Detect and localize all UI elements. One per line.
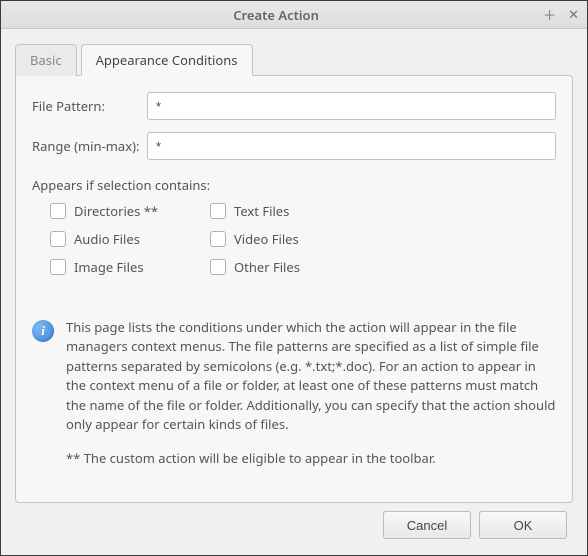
check-video-files[interactable]: Video Files bbox=[210, 230, 370, 248]
info-note: ** The custom action will be eligible to… bbox=[66, 449, 556, 469]
file-pattern-input[interactable] bbox=[147, 92, 556, 120]
tab-panel: File Pattern: Range (min-max): Appears i… bbox=[15, 75, 573, 503]
tab-label: Appearance Conditions bbox=[96, 51, 238, 69]
checkbox-label: Image Files bbox=[74, 258, 144, 276]
checkbox-icon bbox=[210, 259, 226, 275]
file-pattern-label: File Pattern: bbox=[32, 97, 147, 115]
file-pattern-row: File Pattern: bbox=[32, 92, 556, 120]
checkbox-label: Directories ** bbox=[74, 202, 158, 220]
tab-label: Basic bbox=[30, 51, 62, 69]
close-icon[interactable]: ✕ bbox=[568, 5, 579, 24]
tab-bar: Basic Appearance Conditions bbox=[15, 43, 573, 75]
dialog-buttons: Cancel OK bbox=[15, 503, 573, 545]
tab-appearance-conditions[interactable]: Appearance Conditions bbox=[81, 44, 253, 76]
checkbox-label: Text Files bbox=[234, 202, 289, 220]
dialog-window: Create Action ＋ ✕ Basic Appearance Condi… bbox=[0, 0, 588, 556]
checkbox-icon bbox=[210, 203, 226, 219]
checkbox-grid: Directories ** Text Files Audio Files Vi… bbox=[50, 202, 556, 276]
titlebar: Create Action ＋ ✕ bbox=[1, 1, 587, 29]
range-label: Range (min-max): bbox=[32, 137, 147, 155]
checkbox-label: Audio Files bbox=[74, 230, 140, 248]
appears-label: Appears if selection contains: bbox=[32, 176, 556, 194]
info-row: i This page lists the conditions under w… bbox=[32, 318, 556, 483]
check-audio-files[interactable]: Audio Files bbox=[50, 230, 210, 248]
checkbox-icon bbox=[50, 259, 66, 275]
check-image-files[interactable]: Image Files bbox=[50, 258, 210, 276]
checkbox-icon bbox=[50, 231, 66, 247]
info-icon: i bbox=[32, 320, 54, 342]
cancel-button[interactable]: Cancel bbox=[383, 511, 471, 539]
ok-button[interactable]: OK bbox=[479, 511, 567, 539]
dialog-content: Basic Appearance Conditions File Pattern… bbox=[1, 29, 587, 555]
check-directories[interactable]: Directories ** bbox=[50, 202, 210, 220]
minimize-icon[interactable]: ＋ bbox=[543, 5, 556, 24]
check-text-files[interactable]: Text Files bbox=[210, 202, 370, 220]
check-other-files[interactable]: Other Files bbox=[210, 258, 370, 276]
info-main: This page lists the conditions under whi… bbox=[66, 318, 556, 435]
range-input[interactable] bbox=[147, 132, 556, 160]
checkbox-label: Other Files bbox=[234, 258, 300, 276]
tab-basic[interactable]: Basic bbox=[15, 44, 77, 76]
checkbox-icon bbox=[50, 203, 66, 219]
window-title: Create Action bbox=[9, 6, 543, 24]
range-row: Range (min-max): bbox=[32, 132, 556, 160]
info-text: This page lists the conditions under whi… bbox=[66, 318, 556, 483]
titlebar-buttons: ＋ ✕ bbox=[543, 5, 579, 24]
checkbox-icon bbox=[210, 231, 226, 247]
checkbox-label: Video Files bbox=[234, 230, 299, 248]
